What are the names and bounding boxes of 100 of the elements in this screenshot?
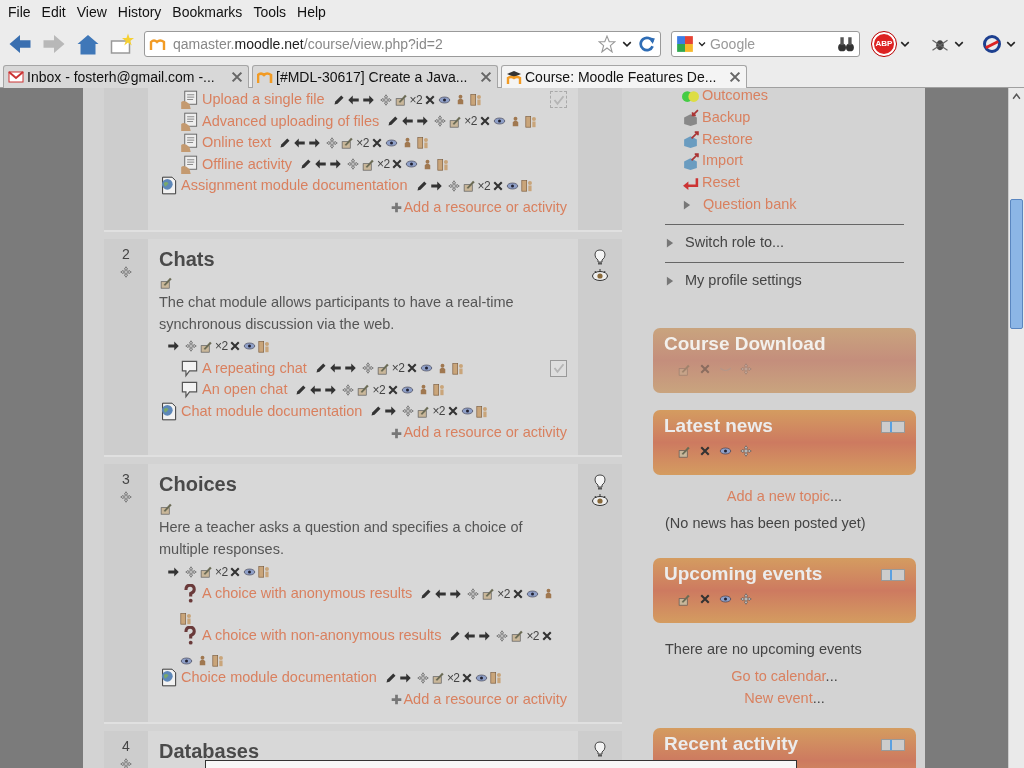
menu-item[interactable]: Bookmarks [167, 1, 248, 23]
home-icon[interactable] [76, 32, 100, 56]
scrollbar-thumb[interactable] [1010, 199, 1023, 329]
move-icon[interactable] [496, 629, 509, 642]
right-arrow-icon[interactable] [384, 405, 398, 418]
search-field[interactable]: Google [670, 31, 860, 57]
eye-icon[interactable] [180, 654, 193, 667]
right-arrow-icon[interactable] [429, 179, 443, 192]
hand-writing-icon[interactable] [677, 444, 691, 458]
duplicate-count[interactable]: ×2 [432, 402, 445, 421]
settings-branch[interactable]: My profile settings [685, 270, 802, 292]
menu-item[interactable]: Edit [36, 1, 71, 23]
hand-writing-icon[interactable] [677, 592, 691, 606]
delete-icon[interactable] [229, 565, 242, 578]
duplicate-count[interactable]: ×2 [372, 380, 385, 399]
hand-writing-icon[interactable] [510, 629, 525, 642]
left-arrow-icon[interactable] [328, 362, 342, 375]
duplicate-count[interactable]: ×2 [356, 133, 369, 152]
delete-icon[interactable] [229, 340, 242, 352]
move-icon[interactable] [467, 587, 480, 600]
hand-writing-icon[interactable] [340, 136, 355, 150]
move-icon[interactable] [379, 93, 392, 106]
pencil-icon[interactable] [295, 383, 308, 396]
completion-checkbox[interactable] [550, 359, 567, 377]
menu-item[interactable]: Tools [248, 1, 292, 23]
hand-writing-icon[interactable] [393, 93, 408, 107]
collapse-toggle[interactable] [881, 568, 905, 581]
completion-checkbox[interactable] [550, 91, 567, 109]
delete-icon[interactable] [699, 593, 711, 605]
browser-tab[interactable]: Inbox - fosterh@gmail.com -... [3, 65, 249, 88]
groups-icon[interactable] [452, 361, 466, 375]
right-arrow-icon[interactable] [167, 340, 180, 352]
browser-tab[interactable]: [#MDL-30617] Create a Java... [252, 65, 498, 88]
eye-icon[interactable] [590, 267, 610, 284]
duplicate-count[interactable]: ×2 [497, 584, 510, 603]
caret-icon[interactable] [900, 39, 910, 49]
plus-icon[interactable] [391, 427, 403, 439]
menu-item[interactable]: View [71, 1, 112, 23]
eye-icon[interactable] [590, 493, 610, 509]
eye-icon[interactable] [492, 115, 506, 128]
eye-icon[interactable] [438, 93, 451, 106]
caret-icon[interactable] [697, 40, 706, 48]
delete-icon[interactable] [370, 136, 383, 149]
move-icon[interactable] [740, 445, 752, 457]
left-arrow-icon[interactable] [463, 629, 477, 642]
bookmark-page-icon[interactable] [110, 32, 134, 56]
lightbulb-icon[interactable] [592, 246, 608, 267]
delete-icon[interactable] [391, 158, 404, 171]
move-icon[interactable] [402, 405, 415, 418]
move-icon[interactable] [326, 136, 339, 149]
pencil-icon[interactable] [300, 158, 312, 171]
delete-icon[interactable] [424, 93, 436, 106]
groups-icon[interactable] [212, 654, 225, 667]
right-arrow-icon[interactable] [449, 587, 463, 600]
right-arrow-icon[interactable] [398, 671, 412, 684]
hand-writing-icon[interactable] [375, 361, 390, 375]
star-icon[interactable] [597, 35, 616, 53]
collapsed-triangle-icon[interactable] [665, 274, 675, 288]
pencil-icon[interactable] [314, 362, 327, 375]
menu-item[interactable]: History [112, 1, 167, 23]
address-field[interactable]: qamaster.moodle.net/course/view.php?id=2 [144, 31, 661, 57]
move-icon[interactable] [120, 757, 132, 768]
collapsed-triangle-icon[interactable] [665, 236, 675, 250]
eye-icon[interactable] [420, 362, 434, 375]
pencil-icon[interactable] [420, 587, 433, 600]
left-arrow-icon[interactable] [401, 115, 415, 128]
move-icon[interactable] [447, 179, 460, 192]
move-icon[interactable] [347, 158, 359, 171]
duplicate-count[interactable]: ×2 [215, 562, 228, 581]
groups-icon[interactable] [524, 114, 538, 128]
pencil-icon[interactable] [279, 136, 292, 149]
left-arrow-icon[interactable] [293, 136, 307, 149]
lightbulb-icon[interactable] [592, 472, 608, 492]
pencil-icon[interactable] [384, 671, 397, 684]
close-icon[interactable] [479, 70, 493, 84]
close-icon[interactable] [728, 70, 742, 84]
caret-icon[interactable] [1006, 39, 1016, 49]
move-icon[interactable] [342, 383, 355, 396]
duplicate-count[interactable]: ×2 [409, 90, 422, 109]
right-arrow-icon[interactable] [416, 115, 430, 128]
move-icon[interactable] [361, 362, 374, 375]
browser-tab[interactable]: Course: Moodle Features De... [501, 65, 747, 88]
search-engine-icon[interactable] [675, 35, 694, 53]
duplicate-count[interactable]: ×2 [215, 337, 228, 355]
delete-icon[interactable] [492, 179, 504, 192]
hand-writing-icon[interactable] [159, 276, 173, 289]
duplicate-count[interactable]: ×2 [526, 626, 539, 645]
hand-writing-icon[interactable] [356, 383, 371, 397]
scroll-up-icon[interactable] [1012, 92, 1021, 101]
delete-icon[interactable] [540, 629, 553, 642]
collapse-toggle[interactable] [881, 420, 905, 433]
circle-slash-icon[interactable] [982, 34, 1002, 54]
move-icon[interactable] [416, 671, 429, 684]
pencil-icon[interactable] [449, 629, 462, 642]
hand-writing-icon[interactable] [430, 671, 445, 685]
right-arrow-icon[interactable] [324, 383, 338, 396]
back-arrow-icon[interactable] [8, 32, 32, 56]
caret-icon[interactable] [954, 39, 964, 49]
right-arrow-icon[interactable] [361, 93, 375, 106]
scrollbar[interactable] [1008, 88, 1024, 768]
